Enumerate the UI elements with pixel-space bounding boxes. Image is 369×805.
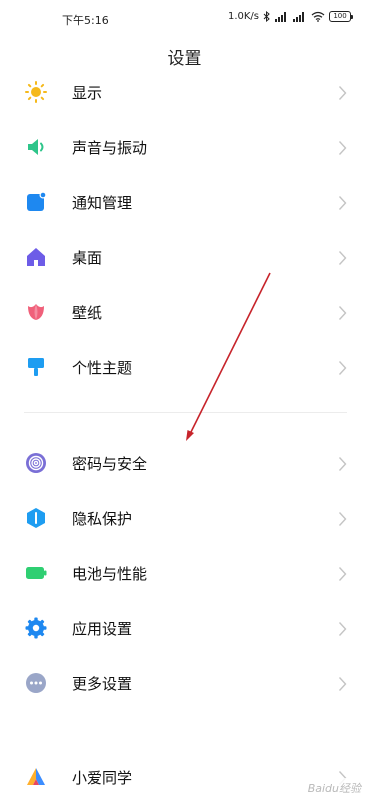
- settings-item-sound[interactable]: 声音与振动: [0, 121, 369, 175]
- settings-item-more-settings[interactable]: 更多设置: [0, 657, 369, 711]
- settings-item-themes[interactable]: 个性主题: [0, 341, 369, 395]
- settings-item-label: 壁纸: [72, 304, 103, 322]
- settings-item-label: 电池与性能: [72, 565, 148, 583]
- status-indicators: 1.0K/s 100: [227, 11, 353, 22]
- settings-item-desktop[interactable]: 桌面: [0, 231, 369, 285]
- chevron-right-icon: [338, 512, 347, 526]
- settings-item-wallpaper[interactable]: 壁纸: [0, 286, 369, 340]
- network-speed: 1.0K/s: [227, 11, 259, 22]
- chevron-right-icon: [338, 622, 347, 636]
- chevron-right-icon: [338, 251, 347, 265]
- settings-item-label: 桌面: [72, 249, 103, 267]
- chevron-right-icon: [338, 677, 347, 691]
- settings-item-app-settings[interactable]: 应用设置: [0, 602, 369, 656]
- tulip-icon: [24, 300, 48, 324]
- chevron-right-icon: [338, 196, 347, 210]
- settings-item-notifications[interactable]: 通知管理: [0, 176, 369, 230]
- status-time: 下午5:16: [62, 14, 109, 27]
- settings-item-display[interactable]: 显示: [0, 66, 369, 120]
- chevron-right-icon: [338, 306, 347, 320]
- chevron-right-icon: [338, 141, 347, 155]
- notification-icon: [24, 190, 48, 214]
- watermark: Baidu经验: [303, 778, 365, 798]
- chevron-right-icon: [338, 361, 347, 375]
- bluetooth-icon: [263, 11, 270, 22]
- signal-icon: [275, 12, 286, 22]
- signal-icon: [293, 12, 304, 22]
- settings-item-label: 个性主题: [72, 359, 133, 377]
- gear-icon: [24, 616, 48, 640]
- status-bar: 下午5:16 1.0K/s 100: [0, 0, 369, 36]
- settings-item-label: 通知管理: [72, 194, 133, 212]
- settings-item-label: 小爱同学: [72, 769, 133, 787]
- battery-icon: [24, 561, 48, 585]
- battery-icon: 100: [329, 11, 353, 22]
- settings-item-label: 声音与振动: [72, 139, 148, 157]
- more-dots-icon: [24, 671, 48, 695]
- fingerprint-icon: [24, 451, 48, 475]
- settings-item-label: 更多设置: [72, 675, 133, 693]
- chevron-right-icon: [338, 86, 347, 100]
- chevron-right-icon: [338, 567, 347, 581]
- settings-item-label: 密码与安全: [72, 455, 148, 473]
- xiaoai-icon: [24, 765, 48, 789]
- settings-item-label: 隐私保护: [72, 510, 133, 528]
- settings-item-label: 应用设置: [72, 620, 133, 638]
- battery-level: 100: [333, 12, 347, 20]
- speaker-icon: [24, 135, 48, 159]
- chevron-right-icon: [338, 457, 347, 471]
- settings-item-label: 显示: [72, 84, 103, 102]
- home-icon: [24, 245, 48, 269]
- settings-item-password-security[interactable]: 密码与安全: [0, 437, 369, 491]
- privacy-icon: [24, 506, 48, 530]
- settings-item-battery-performance[interactable]: 电池与性能: [0, 547, 369, 601]
- section-divider: [24, 412, 347, 413]
- wifi-icon: [311, 11, 325, 22]
- settings-item-privacy[interactable]: 隐私保护: [0, 492, 369, 546]
- paint-brush-icon: [24, 355, 48, 379]
- sun-icon: [24, 80, 48, 104]
